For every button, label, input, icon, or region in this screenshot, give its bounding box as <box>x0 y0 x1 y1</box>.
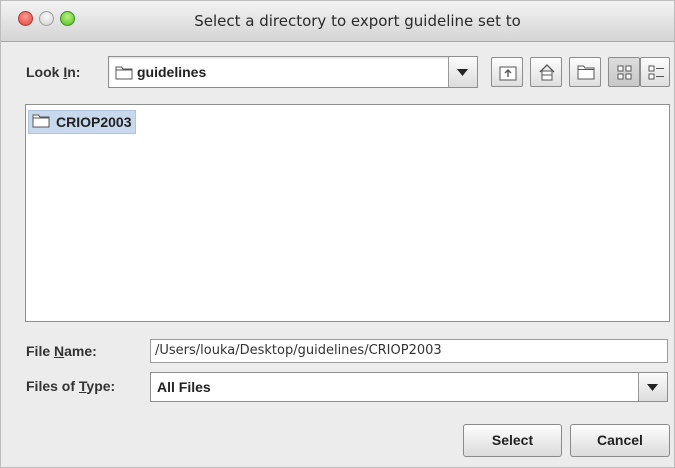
cancel-button[interactable]: Cancel <box>570 424 670 457</box>
look-in-dropdown-arrow[interactable] <box>448 57 477 87</box>
file-chooser-dialog: Select a directory to export guideline s… <box>0 0 675 468</box>
list-view-icon <box>617 65 632 80</box>
files-of-type-value: All Files <box>157 379 211 395</box>
look-in-label-text: Look <box>26 64 64 80</box>
select-button[interactable]: Select <box>463 424 562 457</box>
up-one-level-button[interactable] <box>491 57 523 87</box>
file-name-label: File Name: <box>26 343 97 359</box>
new-folder-icon <box>577 65 595 80</box>
look-in-label: Look In: <box>26 64 80 80</box>
list-item-label: CRIOP2003 <box>56 114 132 130</box>
files-of-type-dropdown[interactable]: All Files <box>150 372 668 402</box>
look-in-label-suffix: n: <box>67 64 81 80</box>
home-button[interactable] <box>530 57 562 87</box>
files-of-type-label-suffix: ype: <box>86 378 116 394</box>
details-view-button[interactable] <box>640 57 670 87</box>
look-in-dropdown[interactable]: guidelines <box>108 56 478 88</box>
home-icon <box>539 64 555 81</box>
list-view-button[interactable] <box>608 57 640 87</box>
title-bar[interactable]: Select a directory to export guideline s… <box>1 1 674 42</box>
up-one-level-icon <box>499 66 517 81</box>
new-folder-button[interactable] <box>569 57 601 87</box>
file-list[interactable]: CRIOP2003 <box>25 104 670 322</box>
details-view-icon <box>648 65 664 80</box>
files-of-type-dropdown-arrow[interactable] <box>638 373 667 401</box>
files-of-type-label-text: Files of <box>26 378 79 394</box>
chevron-down-icon <box>457 69 468 76</box>
list-item-criop2003[interactable]: CRIOP2003 <box>28 110 137 134</box>
file-name-label-mnemonic: N <box>54 343 65 359</box>
look-in-value: guidelines <box>137 64 207 80</box>
file-name-input[interactable]: /Users/louka/Desktop/guidelines/CRIOP200… <box>150 339 668 363</box>
folder-icon <box>32 113 50 132</box>
file-name-label-suffix: ame: <box>64 343 97 359</box>
file-name-label-text: File <box>26 343 55 359</box>
files-of-type-label: Files of Type: <box>26 378 115 394</box>
chevron-down-icon <box>647 384 658 391</box>
folder-icon <box>115 65 133 84</box>
window-title: Select a directory to export guideline s… <box>194 12 521 30</box>
